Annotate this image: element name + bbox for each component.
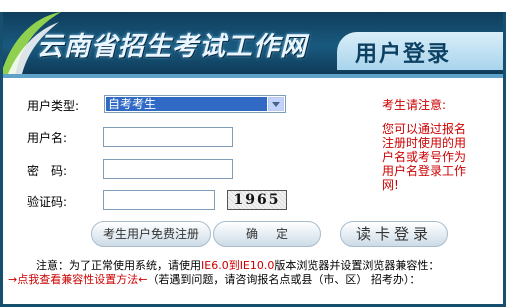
username-input[interactable] [103, 127, 233, 147]
captcha-input[interactable] [103, 190, 215, 210]
captcha-label: 验证码: [27, 195, 68, 209]
captcha-image[interactable]: 1965 [227, 190, 287, 210]
compat-settings-link[interactable]: →点我查看兼容性设置方法← [8, 273, 147, 286]
user-type-label: 用户类型: [27, 99, 80, 113]
site-title: 云南省招生考试工作网 [37, 32, 308, 62]
password-label: 密 码: [27, 164, 68, 178]
confirm-button[interactable]: 确定 [213, 221, 321, 247]
top-bar [0, 0, 506, 12]
notice-body: 您可以通过报名注册时使用的用户名或考号作为用户名登录工作网! [382, 122, 467, 192]
read-card-login-button[interactable]: 读卡登录 [340, 221, 448, 247]
password-input[interactable] [103, 159, 233, 179]
user-type-value: 自考考生 [106, 97, 267, 111]
user-type-select[interactable]: 自考考生 [104, 95, 286, 113]
register-button[interactable]: 考生用户免费注册 [91, 221, 211, 247]
compat-notice-suffix: （若遇到问题，请咨询报名点或县（市、区） 招考办）： [147, 273, 421, 286]
chevron-down-icon[interactable] [268, 97, 284, 111]
banner-stripe [3, 74, 503, 78]
username-label: 用户名: [27, 131, 68, 145]
banner: 云南省招生考试工作网 用户登录 [3, 12, 503, 74]
login-subtitle: 用户登录 [355, 42, 452, 67]
notice-title: 考生请注意: [382, 98, 447, 112]
compat-notice: →点我查看兼容性设置方法←（若遇到问题，请咨询报名点或县（市、区） 招考办）： [8, 271, 420, 287]
